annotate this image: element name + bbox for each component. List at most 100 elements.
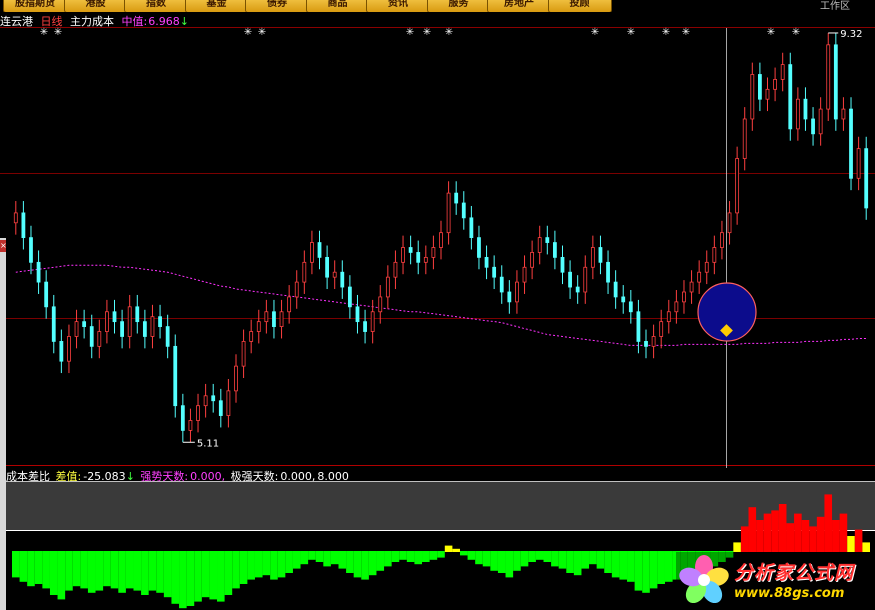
candle-body [302, 261, 307, 283]
sub-bar [254, 551, 263, 578]
sub-bar [839, 513, 848, 552]
sub-bar [346, 551, 354, 573]
sub-bar [57, 551, 66, 600]
candle-body [67, 336, 71, 362]
sub-bar [384, 551, 392, 567]
sub-bar [19, 551, 28, 582]
candle-body [112, 311, 117, 323]
sub-bar [323, 551, 331, 567]
site-logo: 分析家公式网 www.88gs.com [676, 552, 875, 610]
candle-body [127, 306, 132, 337]
tab-2[interactable]: 指数 [124, 0, 188, 12]
very-strong-days-value: 0.000, [280, 470, 316, 483]
sub-bar [125, 551, 134, 589]
candle-body [196, 405, 200, 421]
sub-bar [581, 551, 590, 569]
sub-bar [338, 551, 347, 569]
sub-bar [270, 551, 278, 580]
candle-body [560, 256, 565, 273]
period-label[interactable]: 日线 [41, 15, 63, 28]
candle-body [720, 232, 724, 248]
signal-star-icon: ✳ [40, 27, 48, 38]
candle-body [446, 192, 451, 234]
candle-body [120, 321, 124, 337]
sub-bar [368, 551, 377, 576]
sub-chart-header: 成本差比 差值: -25.083↓ 强势天数: 0.000, 极强天数: 0.000,… [6, 468, 351, 484]
flower-logo-icon [679, 555, 729, 604]
candle-body [234, 365, 238, 392]
sub-bar [444, 545, 453, 552]
candle-body [811, 118, 815, 135]
tab-7[interactable]: 服务 [426, 0, 491, 12]
tab-5[interactable]: 商品 [305, 0, 370, 12]
sub-bar [664, 551, 673, 582]
candle-body [750, 74, 755, 120]
candle-body [651, 336, 656, 347]
sub-bar [482, 551, 491, 567]
tab-4[interactable]: 债券 [245, 0, 309, 12]
left-scrollbar[interactable] [0, 238, 6, 610]
sub-bar [809, 526, 817, 552]
candle-body [416, 252, 421, 263]
sub-bar [179, 551, 187, 609]
signal-star-icon: ✳ [792, 27, 800, 38]
candle-body [515, 281, 519, 303]
candle-body [849, 108, 853, 179]
sub-bar [816, 516, 825, 552]
candle-body [51, 306, 56, 342]
workspace-label[interactable]: 工作区 [820, 0, 850, 12]
sub-bar [300, 551, 309, 565]
tab-8[interactable]: 房地产 [487, 0, 551, 12]
sub-bar [437, 551, 445, 558]
candle-body [773, 79, 777, 90]
candle-body [150, 316, 155, 337]
signal-star-icon: ✳ [54, 27, 62, 38]
logo-url[interactable]: www.88gs.com [734, 586, 844, 601]
sub-bar [133, 551, 142, 591]
candle-body [218, 400, 223, 416]
sub-bar [239, 551, 248, 584]
signal-star-icon: ✳ [591, 27, 599, 38]
candle-body [826, 44, 831, 110]
sub-bar [277, 551, 286, 578]
sub-bar [42, 551, 50, 589]
sub-bar [391, 551, 400, 562]
tab-9[interactable]: 投顾 [547, 0, 612, 12]
sub-bar [459, 551, 468, 556]
close-icon[interactable]: × [0, 240, 7, 252]
candle-body [393, 261, 398, 278]
candle-body [203, 395, 208, 407]
sub-bar [475, 551, 483, 565]
candle-body [264, 311, 269, 323]
candle-body [568, 271, 572, 288]
candle-body [423, 256, 428, 263]
candle-body [279, 311, 284, 327]
candle-body [461, 202, 466, 219]
signal-star-icon: ✳ [767, 27, 775, 38]
low-label: 5.11 [197, 438, 219, 449]
tab-0[interactable]: 股指期货 [3, 0, 67, 12]
sub-bar [186, 551, 195, 606]
candle-body [21, 212, 26, 239]
sub-bar [763, 513, 772, 552]
tab-3[interactable]: 基金 [184, 0, 249, 12]
candle-body [803, 98, 808, 120]
sub-bar [467, 551, 476, 560]
candle-body [158, 316, 162, 327]
sub-bar [771, 510, 779, 552]
candle-body [287, 296, 292, 313]
tab-6[interactable]: 资讯 [366, 0, 430, 12]
candle-body [431, 247, 436, 258]
candle-body [82, 321, 87, 327]
candle-body [689, 281, 694, 293]
sub-bar [535, 551, 544, 560]
candle-body [590, 247, 595, 268]
stock-chart: ✳ ✳ ✳ ✳ ✳ ✳ ✳ ✳ ✳ ✳ ✳ ✳ ✳ 9.32 5.11 [0, 0, 875, 610]
candle-body [674, 301, 679, 313]
sub-bar [72, 551, 81, 587]
tab-1[interactable]: 港股 [63, 0, 128, 12]
sub-bar [786, 523, 795, 552]
candle-body [484, 256, 489, 268]
sub-bar [558, 551, 567, 569]
sub-bar [490, 551, 498, 571]
